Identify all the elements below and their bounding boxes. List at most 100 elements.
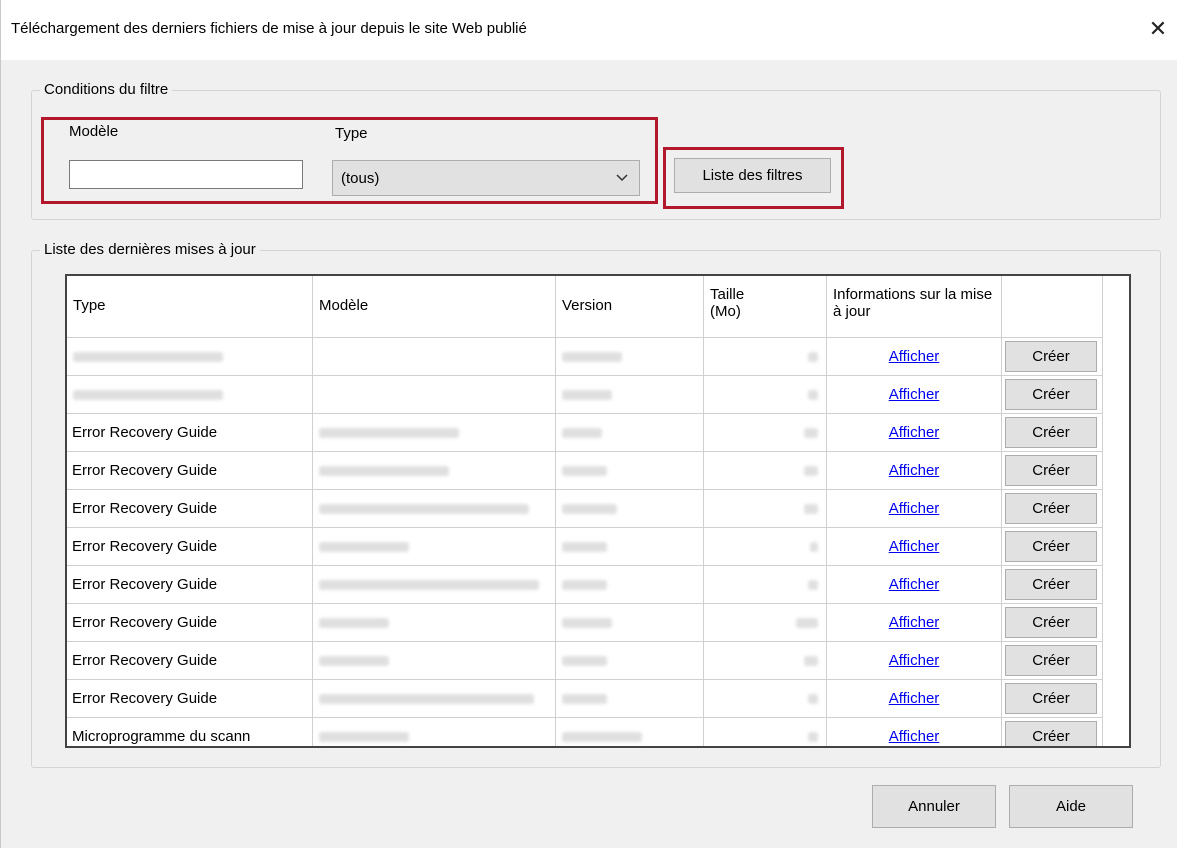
col-header-type[interactable]: Type: [67, 276, 313, 338]
cell-size: [704, 414, 827, 452]
cell-type: [67, 376, 313, 414]
row-type-text: Error Recovery Guide: [72, 500, 218, 517]
cell-update-info: Afficher: [827, 414, 1002, 452]
cell-update-info: Afficher: [827, 718, 1002, 746]
create-button[interactable]: Créer: [1005, 607, 1097, 638]
cell-model: [313, 528, 556, 566]
cell-model: [313, 604, 556, 642]
redacted-text: [804, 466, 818, 476]
col-header-size[interactable]: Taille (Mo): [704, 276, 827, 338]
cell-version: [556, 642, 704, 680]
show-info-link[interactable]: Afficher: [827, 566, 1001, 603]
redacted-text: [562, 390, 612, 400]
redacted-text: [562, 618, 612, 628]
show-info-link[interactable]: Afficher: [827, 452, 1001, 489]
close-icon[interactable]: ✕: [1143, 14, 1173, 44]
row-type-text: Error Recovery Guide: [72, 576, 218, 593]
redacted-text: [804, 504, 818, 514]
show-info-link[interactable]: Afficher: [827, 414, 1001, 451]
show-info-link[interactable]: Afficher: [827, 338, 1001, 375]
cell-model: [313, 566, 556, 604]
help-button[interactable]: Aide: [1009, 785, 1133, 828]
cell-version: [556, 566, 704, 604]
col-header-version[interactable]: Version: [556, 276, 704, 338]
row-type-text: Error Recovery Guide: [72, 690, 218, 707]
create-button[interactable]: Créer: [1005, 493, 1097, 524]
update-download-dialog: Téléchargement des derniers fichiers de …: [0, 0, 1177, 848]
cell-type: Error Recovery Guide: [67, 528, 313, 566]
cell-update-info: Afficher: [827, 604, 1002, 642]
cell-type: [67, 338, 313, 376]
col-header-type-label: Type: [73, 297, 106, 314]
col-header-model-label: Modèle: [319, 297, 369, 314]
redacted-text: [796, 618, 818, 628]
create-button[interactable]: Créer: [1005, 531, 1097, 562]
cell-model: [313, 680, 556, 718]
redacted-text: [319, 466, 449, 476]
redacted-text: [319, 694, 534, 704]
create-button[interactable]: Créer: [1005, 683, 1097, 714]
cell-update-info: Afficher: [827, 642, 1002, 680]
redacted-text: [319, 580, 539, 590]
row-type-text: Error Recovery Guide: [72, 652, 218, 669]
row-type-text: Error Recovery Guide: [72, 424, 218, 441]
type-select-value: (tous): [341, 170, 380, 187]
redacted-text: [319, 542, 409, 552]
show-info-link[interactable]: Afficher: [827, 642, 1001, 679]
cell-size: [704, 338, 827, 376]
cell-model: [313, 718, 556, 746]
redacted-text: [319, 732, 409, 742]
redacted-text: [319, 618, 389, 628]
show-info-link[interactable]: Afficher: [827, 604, 1001, 641]
row-type-text: Error Recovery Guide: [72, 462, 218, 479]
redacted-text: [808, 694, 818, 704]
chevron-down-icon: [616, 174, 628, 182]
show-info-link[interactable]: Afficher: [827, 528, 1001, 565]
cell-version: [556, 414, 704, 452]
updates-list-label: Liste des dernières mises à jour: [40, 241, 260, 258]
create-button[interactable]: Créer: [1005, 455, 1097, 486]
cell-model: [313, 338, 556, 376]
show-info-link[interactable]: Afficher: [827, 680, 1001, 717]
col-header-update-info-label: Informations sur la mise à jour: [833, 286, 993, 320]
create-button[interactable]: Créer: [1005, 721, 1097, 746]
type-select[interactable]: (tous): [332, 160, 640, 196]
col-header-action[interactable]: [1002, 276, 1103, 338]
cell-size: [704, 528, 827, 566]
show-info-link[interactable]: Afficher: [827, 490, 1001, 527]
cell-version: [556, 376, 704, 414]
create-button[interactable]: Créer: [1005, 379, 1097, 410]
cell-action: Créer: [1002, 528, 1103, 566]
cell-size: [704, 490, 827, 528]
redacted-text: [562, 732, 642, 742]
redacted-text: [810, 542, 818, 552]
cell-update-info: Afficher: [827, 566, 1002, 604]
cancel-button[interactable]: Annuler: [872, 785, 996, 828]
cell-update-info: Afficher: [827, 452, 1002, 490]
col-header-model[interactable]: Modèle: [313, 276, 556, 338]
cell-model: [313, 414, 556, 452]
filter-conditions-label: Conditions du filtre: [40, 81, 173, 98]
redacted-text: [73, 390, 223, 400]
cell-type: Error Recovery Guide: [67, 680, 313, 718]
row-type-text: Microprogramme du scann: [72, 728, 251, 745]
create-button[interactable]: Créer: [1005, 417, 1097, 448]
create-button[interactable]: Créer: [1005, 569, 1097, 600]
cell-action: Créer: [1002, 490, 1103, 528]
cell-size: [704, 452, 827, 490]
cell-action: Créer: [1002, 376, 1103, 414]
filter-list-button[interactable]: Liste des filtres: [674, 158, 831, 193]
cell-size: [704, 718, 827, 746]
cell-update-info: Afficher: [827, 528, 1002, 566]
create-button[interactable]: Créer: [1005, 645, 1097, 676]
redacted-text: [562, 694, 607, 704]
cell-size: [704, 566, 827, 604]
create-button[interactable]: Créer: [1005, 341, 1097, 372]
model-input[interactable]: [69, 160, 303, 189]
show-info-link[interactable]: Afficher: [827, 376, 1001, 413]
col-header-update-info[interactable]: Informations sur la mise à jour: [827, 276, 1002, 338]
cell-action: Créer: [1002, 642, 1103, 680]
redacted-text: [73, 352, 223, 362]
cell-action: Créer: [1002, 452, 1103, 490]
show-info-link[interactable]: Afficher: [827, 718, 1001, 746]
